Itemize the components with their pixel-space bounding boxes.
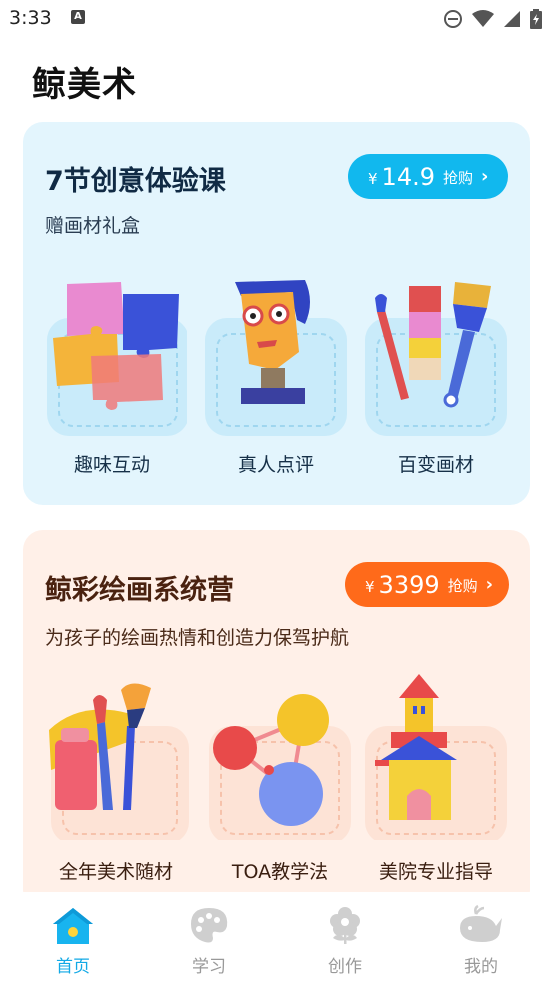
nav-item-study[interactable]: 学习 <box>159 892 259 984</box>
nav-label: 学习 <box>192 957 226 977</box>
feature-yearly-materials[interactable]: 全年美术随材 <box>41 670 191 885</box>
status-icons <box>443 8 542 30</box>
chevron-right-icon: › <box>485 574 494 595</box>
trial-course-card[interactable]: 7节创意体验课 赠画材礼盒 ¥ 14.9 抢购 › 趣味互动 真人点评 百变画材 <box>23 122 530 505</box>
price-currency: ¥ <box>365 577 375 596</box>
home-icon <box>53 908 93 944</box>
feature-label: TOA教学法 <box>231 861 329 883</box>
molecule-icon <box>209 694 351 840</box>
do-not-disturb-icon <box>444 10 462 28</box>
feature-label: 百变画材 <box>397 454 474 476</box>
battery-icon <box>530 9 542 29</box>
buy-trial-button[interactable]: ¥ 14.9 抢购 › <box>348 154 508 199</box>
feature-label: 全年美术随材 <box>58 861 173 883</box>
nav-label: 我的 <box>464 957 498 977</box>
feature-academy-guidance[interactable]: 美院专业指导 <box>361 670 511 885</box>
feature-interactive[interactable]: 趣味互动 <box>37 272 187 482</box>
price-value: 14.9 <box>381 162 435 191</box>
buy-label: 抢购 <box>447 577 478 595</box>
buy-label: 抢购 <box>442 169 473 187</box>
flower-icon <box>330 907 360 944</box>
card-title: 7节创意体验课 <box>45 166 226 197</box>
feature-label: 趣味互动 <box>73 454 150 476</box>
nav-label: 创作 <box>328 957 362 977</box>
status-time: 3:33 <box>9 7 52 29</box>
bottom-nav: 首页 学习 创作 我的 <box>0 892 554 984</box>
wifi-icon <box>472 10 494 27</box>
chevron-right-icon: › <box>481 166 489 187</box>
notification-icon: A <box>71 10 85 24</box>
price-value: 3399 <box>378 570 440 599</box>
status-bar: 3:33 A <box>0 0 554 38</box>
nav-label: 首页 <box>56 957 90 977</box>
price-currency: ¥ <box>368 169 378 188</box>
feature-real-review[interactable]: 真人点评 <box>201 272 351 482</box>
card-subtitle: 赠画材礼盒 <box>45 215 141 237</box>
feature-label: 美院专业指导 <box>378 861 493 883</box>
signal-icon <box>504 11 520 27</box>
teacher-icon <box>205 280 347 436</box>
nav-item-mine[interactable]: 我的 <box>431 892 531 984</box>
feature-toa-method[interactable]: TOA教学法 <box>205 670 355 885</box>
palette-icon <box>191 908 228 943</box>
castle-icon <box>365 674 507 840</box>
card-title: 鲸彩绘画系统营 <box>45 575 234 606</box>
nav-item-home[interactable]: 首页 <box>23 892 123 984</box>
puzzle-icon <box>47 282 187 436</box>
buy-camp-button[interactable]: ¥ 3399 抢购 › <box>345 562 509 607</box>
whale-icon <box>460 904 502 942</box>
feature-art-materials[interactable]: 百变画材 <box>361 272 511 482</box>
nav-item-create[interactable]: 创作 <box>295 892 395 984</box>
feature-label: 真人点评 <box>237 454 314 476</box>
art-supplies-icon <box>49 683 189 840</box>
card-subtitle: 为孩子的绘画热情和创造力保驾护航 <box>45 627 350 649</box>
page-title: 鲸美术 <box>32 65 137 105</box>
screen: 3:33 A 鲸美术 7节创意体验课 赠画材礼盒 ¥ 14.9 抢购 › 趣味互… <box>0 0 554 984</box>
paint-tools-icon <box>365 282 507 436</box>
system-camp-card[interactable]: 鲸彩绘画系统营 为孩子的绘画热情和创造力保驾护航 ¥ 3399 抢购 › 全年美… <box>23 530 530 910</box>
